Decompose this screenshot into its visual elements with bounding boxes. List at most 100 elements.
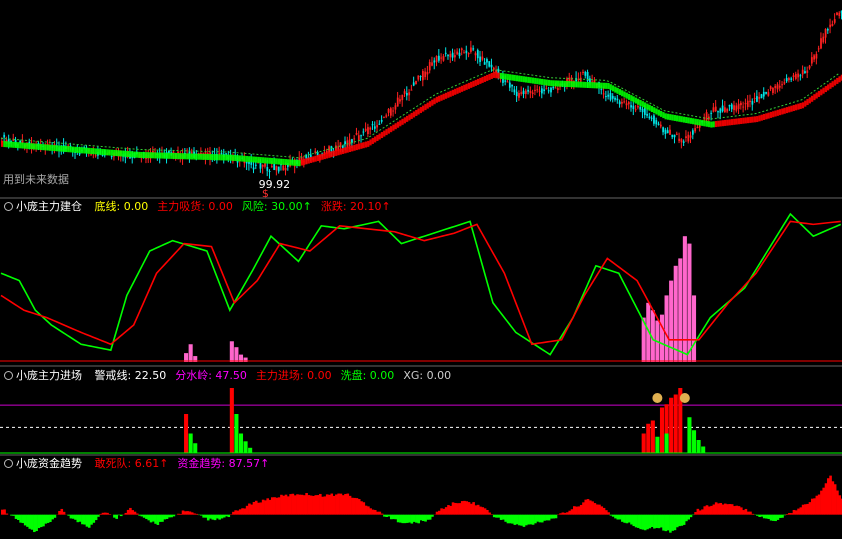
- trend-ribbon-segment: [570, 81, 574, 88]
- candle-body: [190, 152, 193, 154]
- bar-1: [701, 446, 706, 453]
- trend-bar: [21, 514, 25, 524]
- trend-ribbon-segment: [177, 153, 180, 160]
- candle-body: [490, 64, 493, 68]
- trend-ribbon-segment: [60, 145, 63, 152]
- candle-body: [776, 84, 779, 90]
- trend-bar: [53, 514, 57, 518]
- trend-ribbon-segment: [813, 94, 816, 101]
- candle-body: [392, 110, 395, 112]
- trend-bar: [275, 497, 279, 515]
- trend-ribbon-segment: [126, 150, 130, 157]
- trend-bar: [90, 514, 93, 525]
- panel-1-title: 小庞主力建仓: [16, 200, 82, 213]
- trend-ribbon-segment: [248, 156, 251, 163]
- trend-bar: [209, 514, 212, 519]
- trend-bar: [790, 513, 793, 515]
- trend-ribbon-segment: [35, 143, 38, 150]
- trend-ribbon-segment: [735, 118, 738, 125]
- trend-ribbon-segment: [94, 148, 98, 155]
- gear-icon[interactable]: [4, 371, 13, 380]
- trend-bar: [492, 514, 496, 518]
- trend-ribbon-segment: [481, 76, 484, 83]
- candle-body: [405, 92, 408, 96]
- trend-bar: [694, 512, 697, 515]
- pink-bar: [682, 236, 687, 362]
- candle-body: [783, 82, 786, 84]
- trend-bar: [465, 501, 469, 515]
- candle-body: [440, 57, 443, 59]
- candle-body: [492, 67, 495, 70]
- trend-ribbon-segment: [71, 146, 75, 153]
- candle-body: [623, 101, 626, 103]
- candle-body: [433, 60, 436, 63]
- trend-ribbon-segment: [714, 121, 718, 128]
- trend-bar: [58, 510, 61, 515]
- trend-bar: [584, 499, 588, 515]
- trend-bar: [710, 505, 713, 515]
- gear-icon[interactable]: [4, 459, 13, 468]
- candle-body: [383, 116, 385, 118]
- candle-body: [687, 134, 690, 142]
- trend-ribbon-segment: [174, 153, 178, 160]
- pink-bar: [687, 243, 692, 362]
- trend-bar: [657, 514, 661, 529]
- bar-1: [696, 440, 701, 453]
- candle-body: [360, 135, 363, 137]
- candle-body: [691, 130, 694, 135]
- trend-ribbon-segment: [245, 155, 249, 162]
- trend-ribbon-segment: [824, 86, 827, 93]
- trend-ribbon-segment: [129, 151, 132, 158]
- candle-body: [268, 171, 271, 173]
- trend-ribbon-segment: [529, 77, 532, 84]
- trend-bar: [245, 505, 249, 515]
- trend-bar: [618, 514, 622, 520]
- candle-body: [744, 103, 747, 105]
- candle-body: [804, 71, 806, 74]
- trend-bar: [23, 514, 27, 526]
- candle-body: [625, 103, 628, 106]
- candle-body: [680, 139, 683, 143]
- trend-ribbon-segment: [30, 143, 34, 150]
- trend-ribbon-segment: [474, 79, 477, 86]
- gear-icon[interactable]: [4, 202, 13, 211]
- trend-bar: [113, 514, 116, 518]
- trend-ribbon-segment: [23, 142, 27, 149]
- trend-bar: [435, 511, 439, 515]
- series-line-0: [0, 212, 842, 356]
- trend-bar: [138, 514, 141, 516]
- trend-bar: [765, 514, 768, 519]
- trend-ribbon-segment: [556, 80, 560, 87]
- trend-ribbon-segment: [566, 80, 569, 87]
- candle-body: [444, 52, 447, 54]
- trend-bar: [163, 514, 167, 520]
- trend-ribbon-segment: [323, 153, 326, 160]
- trend-ribbon-segment: [426, 102, 429, 109]
- bar-0: [673, 394, 678, 453]
- trend-ribbon-segment: [632, 96, 635, 103]
- trend-bar: [330, 493, 334, 515]
- trend-ribbon-segment: [712, 121, 715, 128]
- indicator-panel1-0: 底线: 0.00: [94, 200, 149, 213]
- trend-ribbon-segment: [513, 74, 516, 81]
- trend-ribbon-segment: [110, 149, 114, 156]
- series-line-1: [0, 220, 841, 346]
- trend-bar: [115, 514, 118, 519]
- trend-bar: [655, 514, 658, 528]
- trend-ribbon-segment: [792, 105, 795, 112]
- candle-body: [424, 71, 427, 78]
- trend-ribbon-segment: [543, 79, 546, 86]
- trend-bar: [405, 514, 409, 523]
- trend-ribbon-segment: [39, 144, 43, 151]
- candle-body: [762, 91, 765, 97]
- trend-ribbon-segment: [81, 147, 84, 154]
- panel-2-plot: [0, 388, 842, 454]
- panel-2-header: 小庞主力进场 警戒线: 22.50 分水岭: 47.50 主力进场: 0.00 洗盘:…: [0, 368, 454, 383]
- trend-ribbon-segment: [772, 111, 775, 118]
- trend-bar: [568, 510, 572, 515]
- trend-bar: [746, 511, 750, 515]
- trend-bar: [607, 512, 610, 515]
- candle-body: [545, 88, 548, 90]
- trend-ribbon-segment: [257, 156, 260, 163]
- trend-bar: [476, 504, 480, 515]
